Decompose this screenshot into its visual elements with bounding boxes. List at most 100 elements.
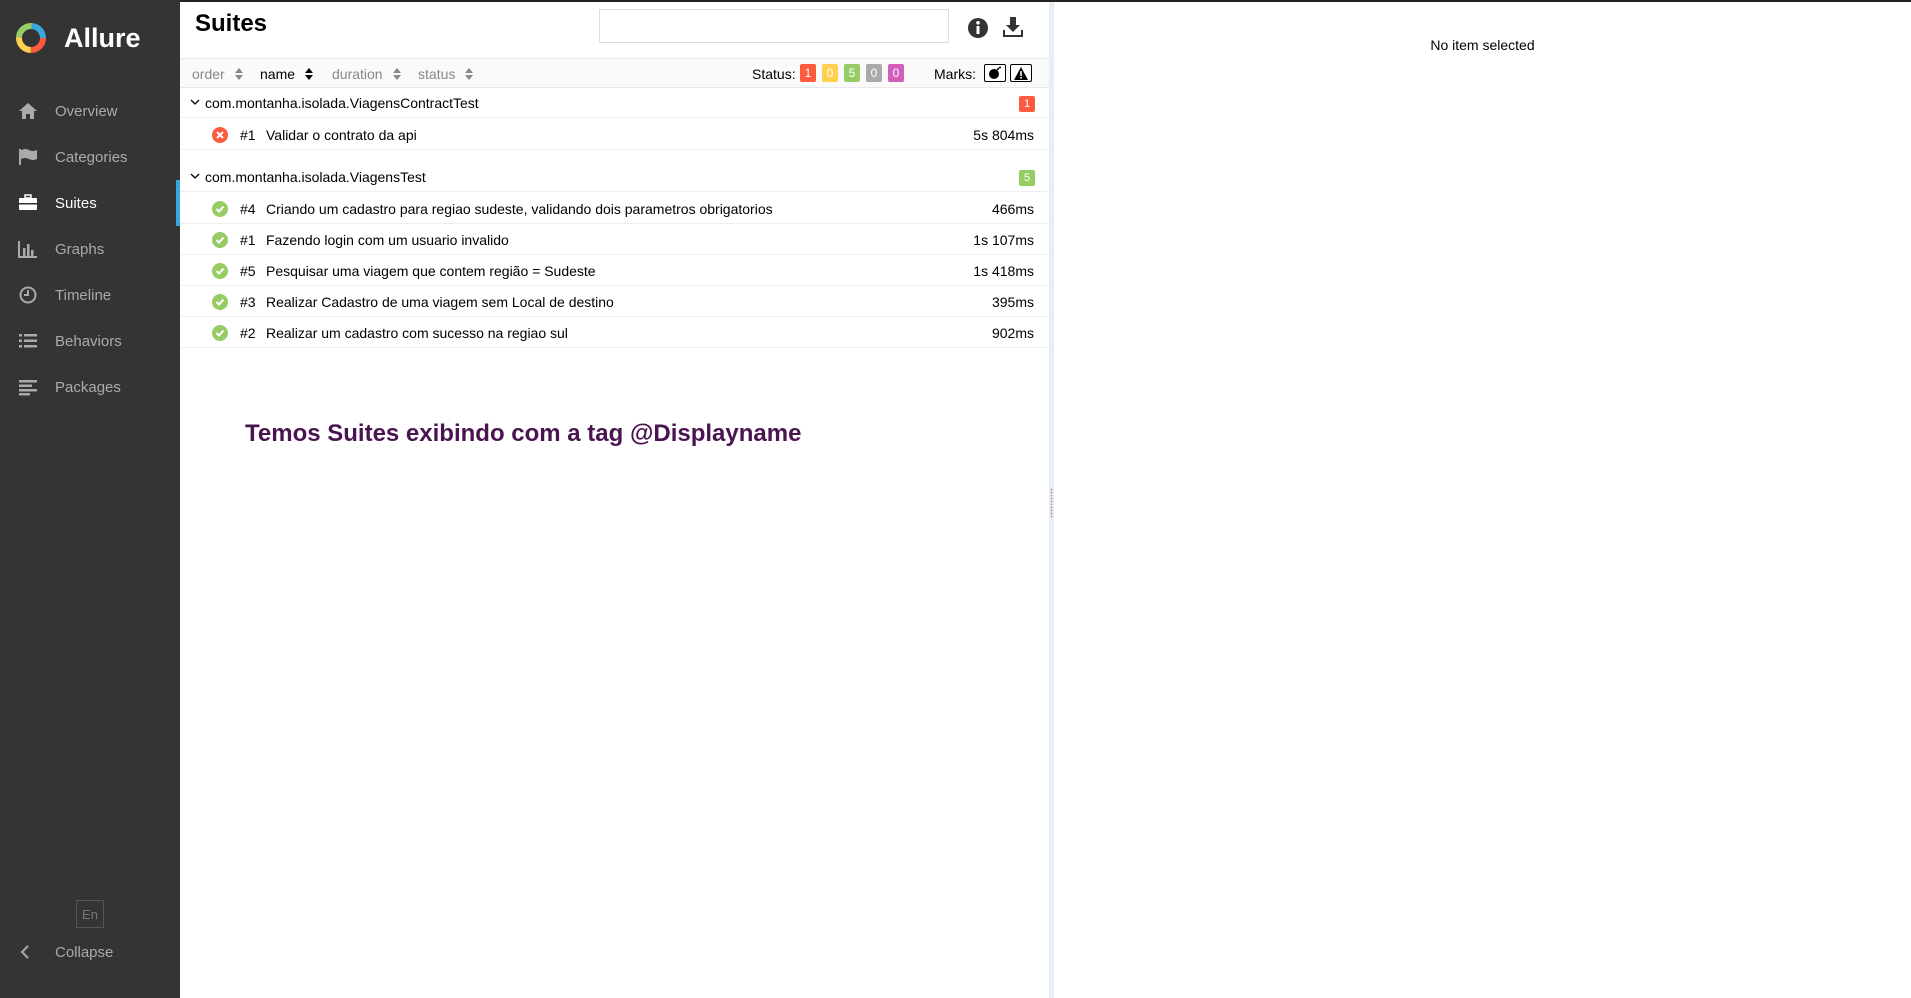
- sidebar-item-label: Timeline: [55, 286, 112, 304]
- chevron-down-icon: [190, 99, 200, 105]
- passed-status-icon: [212, 325, 228, 341]
- passed-status-icon: [212, 294, 228, 310]
- sidebar-item-behaviors[interactable]: Behaviors: [0, 318, 180, 364]
- test-number: #5: [240, 263, 256, 279]
- sidebar-item-label: Suites: [55, 194, 97, 212]
- sidebar-item-packages[interactable]: Packages: [0, 364, 180, 410]
- bar-chart-icon: [17, 239, 39, 259]
- status-filter-broken[interactable]: 0: [822, 64, 838, 82]
- collapse-label: Collapse: [55, 944, 114, 961]
- test-row[interactable]: #5 Pesquisar uma viagem que contem regiã…: [180, 255, 1049, 286]
- status-filter-label: Status:: [752, 66, 796, 82]
- sidebar-item-label: Overview: [55, 102, 118, 120]
- splitter-grip[interactable]: [1050, 488, 1053, 518]
- sort-label: name: [260, 66, 296, 82]
- sort-icon: [392, 68, 401, 80]
- sort-label: status: [418, 66, 456, 82]
- test-name: Pesquisar uma viagem que contem região =…: [266, 263, 596, 279]
- sort-duration[interactable]: duration: [332, 66, 401, 82]
- status-filter-skipped[interactable]: 0: [866, 64, 882, 82]
- test-name: Realizar um cadastro com sucesso na regi…: [266, 325, 568, 341]
- language-button[interactable]: En: [76, 900, 104, 928]
- empty-state-text: No item selected: [1430, 37, 1535, 53]
- search-input[interactable]: [599, 9, 949, 43]
- clock-icon: [17, 285, 39, 305]
- sidebar-item-label: Packages: [55, 378, 121, 396]
- suite-count-badge: 5: [1019, 170, 1035, 186]
- list-icon: [17, 331, 39, 351]
- info-icon[interactable]: [967, 17, 989, 39]
- test-duration: 395ms: [991, 294, 1034, 310]
- suite-header[interactable]: com.montanha.isolada.ViagensContractTest…: [180, 88, 1049, 118]
- marks-filter-label: Marks:: [934, 66, 976, 82]
- flaky-mark-button[interactable]: [984, 64, 1006, 82]
- test-duration: 1s 107ms: [973, 232, 1034, 248]
- chevron-down-icon: [190, 173, 200, 179]
- test-name: Validar o contrato da api: [266, 127, 417, 143]
- test-number: #3: [240, 294, 256, 310]
- sidebar-nav: Overview Categories Suites Graphs Timeli…: [0, 88, 180, 410]
- status-filter-unknown[interactable]: 0: [888, 64, 904, 82]
- test-name: Fazendo login com um usuario invalido: [266, 232, 509, 248]
- allure-logo-icon: [16, 23, 46, 53]
- sort-order[interactable]: order: [192, 66, 243, 82]
- download-icon[interactable]: [1001, 15, 1025, 39]
- app-name: Allure: [64, 22, 141, 53]
- failed-status-icon: [212, 127, 228, 143]
- warning-icon: [1014, 66, 1028, 80]
- sort-status[interactable]: status: [418, 66, 474, 82]
- detail-pane: No item selected: [1054, 2, 1911, 998]
- status-filter-failed[interactable]: 1: [800, 64, 816, 82]
- test-row[interactable]: #1 Validar o contrato da api 5s 804ms: [180, 119, 1049, 150]
- test-row[interactable]: #4 Criando um cadastro para regiao sudes…: [180, 193, 1049, 224]
- home-icon: [17, 101, 39, 121]
- sort-label: order: [192, 66, 225, 82]
- test-row[interactable]: #2 Realizar um cadastro com sucesso na r…: [180, 317, 1049, 348]
- sidebar-item-label: Categories: [55, 148, 128, 166]
- passed-status-icon: [212, 232, 228, 248]
- suite-name: com.montanha.isolada.ViagensContractTest: [205, 95, 479, 111]
- test-duration: 1s 418ms: [973, 263, 1034, 279]
- sort-icon: [465, 68, 474, 80]
- tree-toolbar: order name duration status Status: 1 0 5…: [180, 58, 1049, 88]
- align-left-icon: [17, 377, 39, 397]
- test-duration: 5s 804ms: [973, 127, 1034, 143]
- suite-name: com.montanha.isolada.ViagensTest: [205, 169, 426, 185]
- suite-header[interactable]: com.montanha.isolada.ViagensTest 5: [180, 162, 1049, 192]
- app-logo[interactable]: Allure: [14, 18, 141, 58]
- sidebar-item-categories[interactable]: Categories: [0, 134, 180, 180]
- flag-icon: [17, 147, 39, 167]
- test-number: #1: [240, 232, 256, 248]
- sidebar-item-suites[interactable]: Suites: [0, 180, 180, 226]
- new-failed-mark-button[interactable]: [1010, 64, 1032, 82]
- test-row[interactable]: #1 Fazendo login com um usuario invalido…: [180, 224, 1049, 255]
- annotation-text: Temos Suites exibindo com a tag @Display…: [245, 420, 802, 447]
- sidebar: Allure Overview Categories Suites Graphs: [0, 0, 180, 998]
- test-number: #1: [240, 127, 256, 143]
- sidebar-item-overview[interactable]: Overview: [0, 88, 180, 134]
- test-name: Criando um cadastro para regiao sudeste,…: [266, 201, 773, 217]
- test-number: #2: [240, 325, 256, 341]
- passed-status-icon: [212, 201, 228, 217]
- sort-icon: [234, 68, 243, 80]
- passed-status-icon: [212, 263, 228, 279]
- sort-label: duration: [332, 66, 383, 82]
- sort-icon: [305, 68, 314, 80]
- sidebar-item-graphs[interactable]: Graphs: [0, 226, 180, 272]
- chevron-left-icon: [20, 944, 30, 964]
- suite-count-badge: 1: [1019, 96, 1035, 112]
- bomb-icon: [989, 66, 1001, 79]
- suites-pane: Suites order name duration status Status…: [180, 2, 1049, 998]
- sidebar-item-timeline[interactable]: Timeline: [0, 272, 180, 318]
- collapse-button[interactable]: Collapse: [0, 938, 180, 968]
- test-duration: 466ms: [991, 201, 1034, 217]
- briefcase-icon: [17, 193, 39, 213]
- test-duration: 902ms: [991, 325, 1034, 341]
- test-number: #4: [240, 201, 256, 217]
- page-title: Suites: [195, 10, 268, 37]
- test-row[interactable]: #3 Realizar Cadastro de uma viagem sem L…: [180, 286, 1049, 317]
- sidebar-item-label: Behaviors: [55, 332, 122, 350]
- sort-name[interactable]: name: [260, 66, 314, 82]
- test-name: Realizar Cadastro de uma viagem sem Loca…: [266, 294, 614, 310]
- status-filter-passed[interactable]: 5: [844, 64, 860, 82]
